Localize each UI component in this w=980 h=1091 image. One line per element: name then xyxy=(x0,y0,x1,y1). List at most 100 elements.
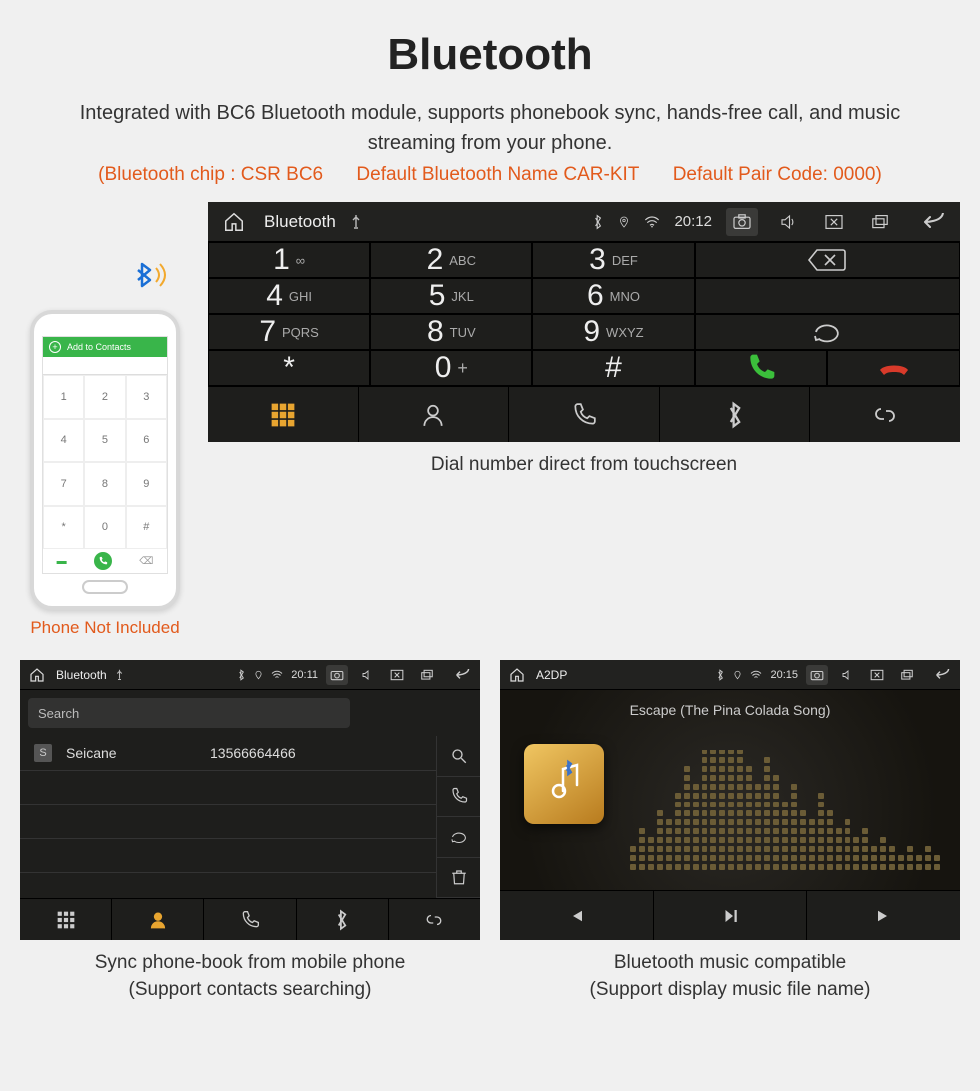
phone-key: 3 xyxy=(126,375,167,419)
phone-key: 7 xyxy=(43,462,84,506)
contact-row-empty xyxy=(20,771,436,805)
spec-chip: (Bluetooth chip : CSR BC6 xyxy=(98,164,323,185)
bottom-tabs xyxy=(208,386,960,442)
tab-keypad[interactable] xyxy=(208,387,359,442)
status-title: Bluetooth xyxy=(264,212,336,232)
bottom-tabs xyxy=(20,898,480,940)
phone-caption: Phone Not Included xyxy=(30,618,179,638)
tab-call-log[interactable] xyxy=(204,899,296,940)
phone-key: * xyxy=(43,506,84,550)
wifi-icon xyxy=(644,215,660,229)
caption-line2: (Support contacts searching) xyxy=(129,979,372,1000)
key-star[interactable]: * xyxy=(208,350,370,386)
status-title: A2DP xyxy=(536,668,567,682)
tab-pair[interactable] xyxy=(389,899,480,940)
redial-button[interactable] xyxy=(695,314,960,350)
back-icon[interactable] xyxy=(926,665,954,685)
key-1[interactable]: 1∞ xyxy=(208,242,370,278)
home-icon[interactable] xyxy=(26,665,48,685)
tab-contacts[interactable] xyxy=(359,387,510,442)
recorder-icon: ▬ xyxy=(57,556,67,567)
phone-key: 5 xyxy=(84,419,125,463)
play-pause-button[interactable] xyxy=(654,891,808,940)
search-placeholder: Search xyxy=(38,706,79,721)
contacts-caption: Sync phone-book from mobile phone (Suppo… xyxy=(20,950,480,1003)
volume-icon[interactable] xyxy=(772,208,804,236)
home-icon[interactable] xyxy=(506,665,528,685)
side-search-icon[interactable] xyxy=(436,736,480,777)
contact-row-empty xyxy=(20,839,436,873)
next-track-button[interactable] xyxy=(807,891,960,940)
bluetooth-signal-icon xyxy=(126,262,172,306)
key-7[interactable]: 7PQRS xyxy=(208,314,370,350)
caption-line1: Sync phone-book from mobile phone xyxy=(95,952,406,973)
key-2[interactable]: 2ABC xyxy=(370,242,532,278)
home-icon[interactable] xyxy=(218,208,250,236)
key-hash[interactable]: # xyxy=(532,350,694,386)
location-icon xyxy=(733,669,742,681)
phone-key: 8 xyxy=(84,462,125,506)
recent-apps-icon[interactable] xyxy=(416,665,438,685)
phone-key: 2 xyxy=(84,375,125,419)
phone-key: 0 xyxy=(84,506,125,550)
tab-keypad[interactable] xyxy=(20,899,112,940)
usb-icon xyxy=(115,669,124,681)
dialer-caption: Dial number direct from touchscreen xyxy=(208,452,960,479)
screenshot-icon[interactable] xyxy=(726,208,758,236)
phone-key: # xyxy=(126,506,167,550)
recent-apps-icon[interactable] xyxy=(864,208,896,236)
search-input[interactable]: Search xyxy=(28,698,350,728)
key-3[interactable]: 3DEF xyxy=(532,242,694,278)
bluetooth-icon xyxy=(716,669,725,681)
side-delete-icon[interactable] xyxy=(436,858,480,899)
phone-key: 1 xyxy=(43,375,84,419)
tab-bluetooth[interactable] xyxy=(660,387,811,442)
empty-cell xyxy=(695,278,960,314)
close-app-icon[interactable] xyxy=(866,665,888,685)
call-button[interactable] xyxy=(695,350,828,386)
phone-home-button xyxy=(82,580,128,594)
side-call-icon[interactable] xyxy=(436,777,480,818)
track-title: Escape (The Pina Colada Song) xyxy=(500,690,960,730)
contact-number: 13566664466 xyxy=(210,745,296,761)
tab-pair[interactable] xyxy=(810,387,960,442)
tab-contacts[interactable] xyxy=(112,899,204,940)
hangup-button[interactable] xyxy=(827,350,960,386)
phone-key: 9 xyxy=(126,462,167,506)
key-9[interactable]: 9WXYZ xyxy=(532,314,694,350)
headunit-music-screen: A2DP 20:15 Escape (The Pina Colada Song) xyxy=(500,660,960,940)
phone-keypad: 1 2 3 4 5 6 7 8 9 * 0 # xyxy=(43,375,167,549)
recent-apps-icon[interactable] xyxy=(896,665,918,685)
key-4[interactable]: 4GHI xyxy=(208,278,370,314)
caption-line1: Bluetooth music compatible xyxy=(614,952,846,973)
album-art-icon xyxy=(524,744,604,824)
contact-row[interactable]: S Seicane 13566664466 xyxy=(20,736,436,771)
close-app-icon[interactable] xyxy=(818,208,850,236)
contact-name: Seicane xyxy=(66,745,196,761)
key-8[interactable]: 8TUV xyxy=(370,314,532,350)
phone-number-display xyxy=(43,357,167,375)
volume-icon[interactable] xyxy=(836,665,858,685)
location-icon xyxy=(254,669,263,681)
page-title: Bluetooth xyxy=(20,30,960,80)
prev-track-button[interactable] xyxy=(500,891,654,940)
spec-line: (Bluetooth chip : CSR BC6 Default Blueto… xyxy=(20,164,960,186)
tab-call-log[interactable] xyxy=(509,387,660,442)
screenshot-icon[interactable] xyxy=(806,665,828,685)
music-controls xyxy=(500,890,960,940)
screenshot-icon[interactable] xyxy=(326,665,348,685)
add-contacts-label: Add to Contacts xyxy=(67,342,131,352)
close-app-icon[interactable] xyxy=(386,665,408,685)
location-icon xyxy=(618,214,630,230)
key-6[interactable]: 6MNO xyxy=(532,278,694,314)
backspace-button[interactable] xyxy=(695,242,960,278)
side-sync-icon[interactable] xyxy=(436,817,480,858)
back-icon[interactable] xyxy=(910,208,950,236)
usb-icon xyxy=(350,214,362,230)
volume-icon[interactable] xyxy=(356,665,378,685)
key-0[interactable]: 0+ xyxy=(370,350,532,386)
key-5[interactable]: 5JKL xyxy=(370,278,532,314)
tab-bluetooth[interactable] xyxy=(297,899,389,940)
back-icon[interactable] xyxy=(446,665,474,685)
smartphone-mockup: + Add to Contacts 1 2 3 4 5 6 7 8 9 xyxy=(30,310,180,610)
